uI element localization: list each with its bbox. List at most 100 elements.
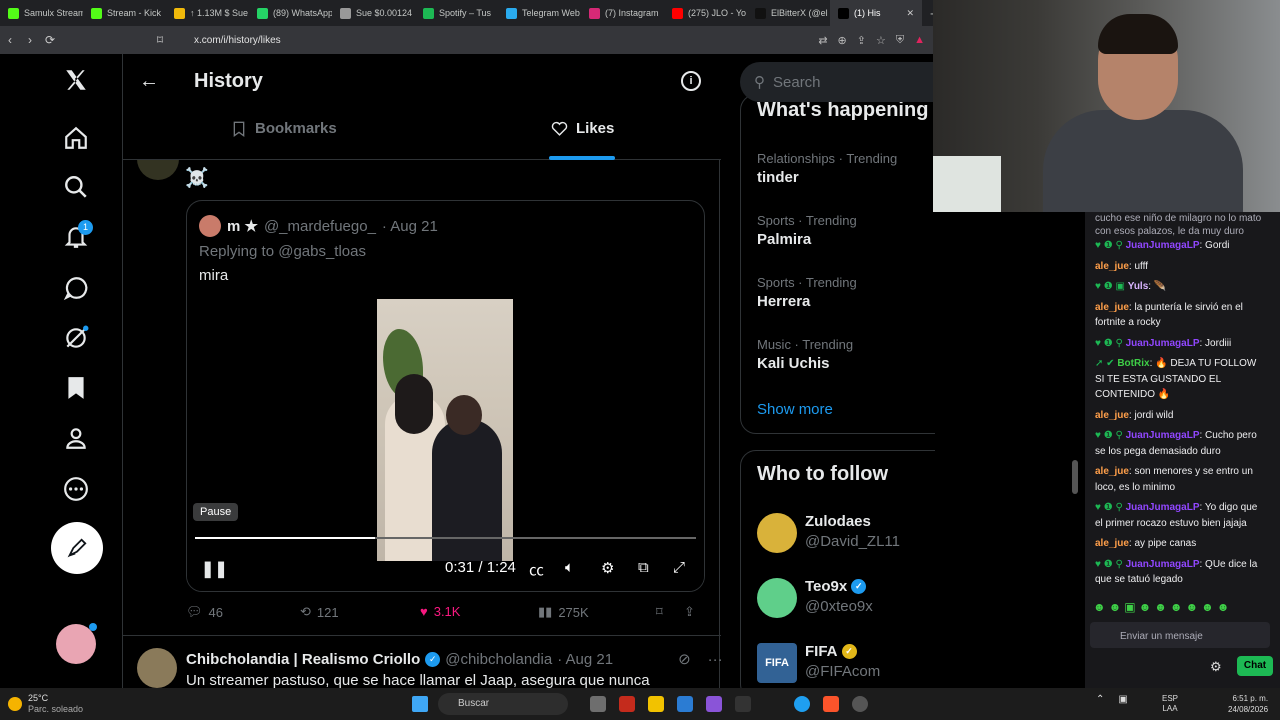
chat-message-input[interactable]: Enviar un mensaje — [1090, 622, 1270, 648]
suggestion-avatar[interactable] — [757, 578, 797, 618]
share-post-button[interactable]: ⇪ — [684, 604, 695, 620]
pause-button[interactable]: ❚❚ — [201, 559, 228, 579]
obs-icon[interactable] — [852, 696, 868, 712]
browser-tab[interactable]: (1) His ✕ — [830, 0, 922, 26]
follow-suggestion[interactable]: Teo9x✓@0xteo9xFollow — [757, 578, 935, 622]
suggestion-name[interactable]: Zulodaes — [805, 513, 871, 530]
trend-item[interactable]: Relationships · Trendingtinder··· — [757, 151, 935, 186]
terminal-icon[interactable] — [735, 696, 751, 712]
scrollbar[interactable] — [1072, 460, 1078, 494]
translate-icon[interactable]: ⇄ — [818, 34, 827, 47]
post2-more-icon[interactable]: ··· — [708, 651, 723, 668]
chat-username[interactable]: JuanJumagaLP — [1126, 338, 1200, 349]
reload-icon[interactable]: ⟳ — [40, 33, 60, 47]
taskbar-clock[interactable]: 6:51 p. m. 24/08/2026 — [1228, 693, 1268, 715]
quoted-post-date[interactable]: · Aug 21 — [382, 218, 438, 235]
views-button[interactable]: ▮▮ 275K — [538, 604, 589, 620]
browser-tab[interactable]: (7) Instagram — [581, 0, 664, 26]
post2-author-avatar[interactable] — [137, 648, 177, 688]
quoted-author-avatar[interactable] — [199, 215, 221, 237]
post2-date[interactable]: · Aug 21 — [557, 651, 613, 668]
post2-author-name[interactable]: Chibcholandia | Realismo Criollo — [186, 651, 420, 668]
more-circle-icon[interactable] — [62, 475, 90, 503]
tab-close-icon[interactable]: ✕ — [906, 8, 914, 19]
browser-tab[interactable]: Sue $0.00124 — [332, 0, 415, 26]
app-red-icon[interactable] — [619, 696, 635, 712]
windows-start-icon[interactable] — [412, 696, 428, 712]
tray-app-icon[interactable]: ▣ — [1118, 694, 1127, 705]
tab-bookmarks[interactable]: Bookmarks — [231, 120, 337, 137]
chat-username[interactable]: ale_jue — [1095, 302, 1129, 313]
quoted-author-handle[interactable]: @_mardefuego_ — [264, 218, 376, 235]
trend-item[interactable]: Sports · TrendingHerrera··· — [757, 275, 935, 310]
grok-icon[interactable]: ⊘ — [678, 650, 691, 668]
show-more-link[interactable]: Show more — [757, 401, 833, 418]
chat-username[interactable]: BotRix — [1117, 358, 1149, 369]
x-logo-icon[interactable] — [62, 66, 90, 94]
store-icon[interactable] — [677, 696, 693, 712]
weather-widget[interactable]: 25°C Parc. soleado — [8, 693, 83, 715]
profile-icon[interactable] — [62, 424, 90, 452]
liked-post[interactable]: ☠️ m ★ @_mardefuego_ · Aug 21 Replying t… — [123, 150, 721, 636]
settings-gear-icon[interactable]: ⚙ — [601, 559, 614, 577]
browser-tab[interactable]: (89) WhatsApp — [249, 0, 332, 26]
chat-username[interactable]: JuanJumagaLP — [1126, 240, 1200, 251]
browser-tab[interactable]: Stream - Kick — [83, 0, 166, 26]
suggestion-name[interactable]: FIFA ✓ — [805, 643, 857, 660]
quoted-author-name[interactable]: m ★ — [227, 217, 258, 235]
browser-tab[interactable]: ElBitterX (@el — [747, 0, 830, 26]
trend-item[interactable]: Sports · TrendingPalmira··· — [757, 213, 935, 248]
browser-tab[interactable]: ↑ 1.13M $ Sue — [166, 0, 249, 26]
chat-username[interactable]: JuanJumagaLP — [1126, 502, 1200, 513]
chat-username[interactable]: JuanJumagaLP — [1126, 430, 1200, 441]
chat-username[interactable]: JuanJumagaLP — [1126, 559, 1200, 570]
zoom-icon[interactable]: ⊕ — [838, 34, 847, 47]
trend-item[interactable]: Music · TrendingKali Uchis··· — [757, 337, 935, 372]
communities-slash-icon[interactable] — [62, 324, 90, 352]
picture-in-picture-icon[interactable]: ⧉ — [638, 559, 649, 576]
chat-emote-bar[interactable]: ☻☻▣☻☻☻☻☻☻ — [1093, 600, 1232, 616]
follow-suggestion[interactable]: Zulodaes@David_ZL11Follow — [757, 513, 935, 557]
chat-username[interactable]: ale_jue — [1095, 538, 1129, 549]
home-icon[interactable] — [62, 124, 90, 152]
forward-nav-icon[interactable]: › — [20, 33, 40, 47]
chat-settings-gear-icon[interactable]: ⚙ — [1210, 659, 1222, 675]
browser-tab[interactable]: Spotify – Tus — [415, 0, 498, 26]
volume-icon[interactable]: 🔈︎ — [565, 559, 574, 576]
reply-button[interactable]: 💬︎ 46 — [186, 604, 223, 620]
info-icon[interactable]: i — [681, 71, 701, 91]
browser-tab[interactable]: (275) JLO - Yo — [664, 0, 747, 26]
follow-suggestion[interactable]: FIFAFIFA✓@FIFAcomFollow — [757, 643, 935, 687]
search-input[interactable]: ⚲ Search — [740, 62, 935, 102]
copilot-icon[interactable] — [706, 696, 722, 712]
post2-author-handle[interactable]: @chibcholandia — [445, 651, 552, 668]
chat-username[interactable]: ale_jue — [1095, 466, 1129, 477]
fullscreen-icon[interactable]: ⤢ — [673, 559, 685, 576]
language-indicator[interactable]: ESP LAA — [1162, 694, 1178, 714]
chat-username[interactable]: ale_jue — [1095, 261, 1129, 272]
chat-send-button[interactable]: Chat — [1237, 656, 1273, 676]
tray-chevron-icon[interactable]: ⌃ — [1096, 694, 1104, 705]
browser-tab[interactable]: Samulx Stream — [0, 0, 83, 26]
taskbar-search[interactable]: Buscar — [438, 693, 568, 715]
captions-icon[interactable]: ㏄ — [529, 559, 544, 580]
quoted-post[interactable]: m ★ @_mardefuego_ · Aug 21 Replying to @… — [186, 200, 705, 592]
bookmark-post-button[interactable]: ⌑ — [656, 604, 663, 620]
like-button[interactable]: ♥ 3.1K — [420, 604, 460, 619]
account-avatar[interactable] — [56, 623, 97, 664]
grok-chat-icon[interactable] — [62, 274, 90, 302]
edge-icon[interactable] — [794, 696, 810, 712]
bookmark-page-icon[interactable]: ⌑ — [150, 33, 170, 47]
star-icon[interactable]: ☆ — [876, 34, 886, 47]
bookmarks-icon[interactable] — [62, 374, 90, 402]
share-icon[interactable]: ⇪ — [857, 34, 866, 47]
file-explorer-icon[interactable] — [648, 696, 664, 712]
video-progress-bar[interactable] — [195, 537, 696, 539]
video-player[interactable]: Pause ❚❚ 0:31 / 1:24 ㏄ 🔈︎ ⚙ ⧉ ⤢ — [187, 299, 704, 591]
task-view-icon[interactable] — [590, 696, 606, 712]
suggestion-avatar[interactable] — [757, 513, 797, 553]
brave-icon[interactable] — [823, 696, 839, 712]
triangle-icon[interactable]: ▲ — [914, 34, 925, 47]
compose-post-button[interactable] — [51, 522, 103, 574]
chat-username[interactable]: ale_jue — [1095, 410, 1129, 421]
